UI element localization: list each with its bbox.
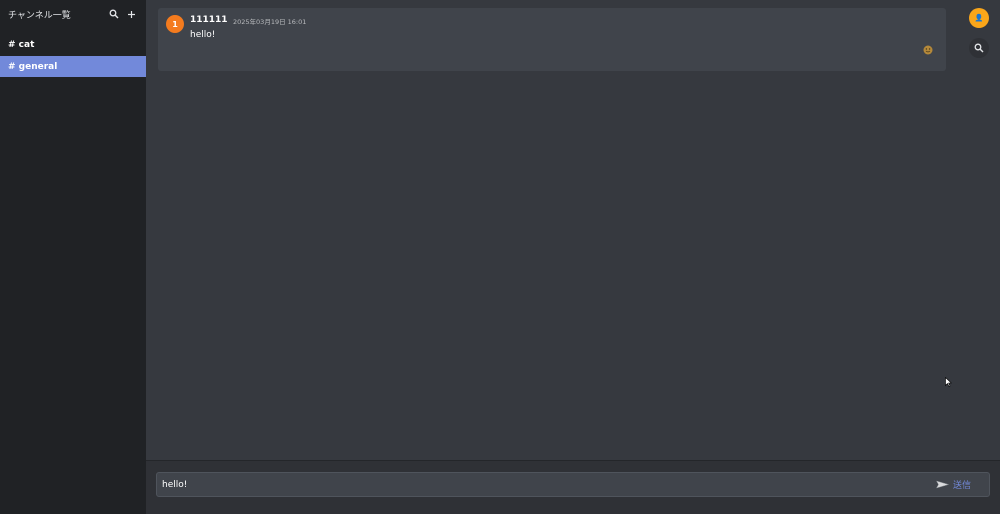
- sidebar-header: チャンネル一覧: [0, 0, 146, 28]
- user-icon: 👤: [974, 14, 984, 22]
- channel-sidebar: チャンネル一覧 # cat # general: [0, 0, 146, 514]
- send-label: 送信: [952, 481, 971, 491]
- right-rail: 👤: [960, 0, 1000, 100]
- composer-area: 送信: [146, 460, 1000, 514]
- sidebar-actions: [109, 9, 136, 19]
- search-icon: [974, 43, 984, 53]
- paper-plane-icon: [935, 480, 949, 489]
- send-button[interactable]: 送信: [935, 478, 971, 491]
- emoji-face-icon[interactable]: [923, 40, 933, 59]
- message-author: 111111: [190, 15, 228, 25]
- message-search-button[interactable]: [969, 38, 989, 58]
- plus-icon: [128, 10, 135, 18]
- message-timestamp: 2025年03月19日 16:01: [233, 18, 307, 26]
- message-item: 1 111111 2025年03月19日 16:01 hello!: [158, 8, 946, 71]
- user-avatar-button[interactable]: 👤: [969, 8, 989, 28]
- channel-item-cat[interactable]: # cat: [0, 34, 146, 55]
- add-channel-button[interactable]: [127, 10, 136, 19]
- message-area: 1 111111 2025年03月19日 16:01 hello! 👤: [146, 0, 1000, 460]
- message-input[interactable]: [157, 473, 936, 496]
- channel-list: # cat # general: [0, 34, 146, 77]
- sidebar-title: チャンネル一覧: [8, 10, 71, 21]
- search-icon[interactable]: [109, 9, 119, 19]
- message-composer: 送信: [156, 472, 990, 497]
- avatar[interactable]: 1: [166, 15, 184, 33]
- channel-item-general[interactable]: # general: [0, 56, 146, 77]
- mouse-cursor-icon: [945, 377, 952, 387]
- message-text: hello!: [190, 30, 216, 40]
